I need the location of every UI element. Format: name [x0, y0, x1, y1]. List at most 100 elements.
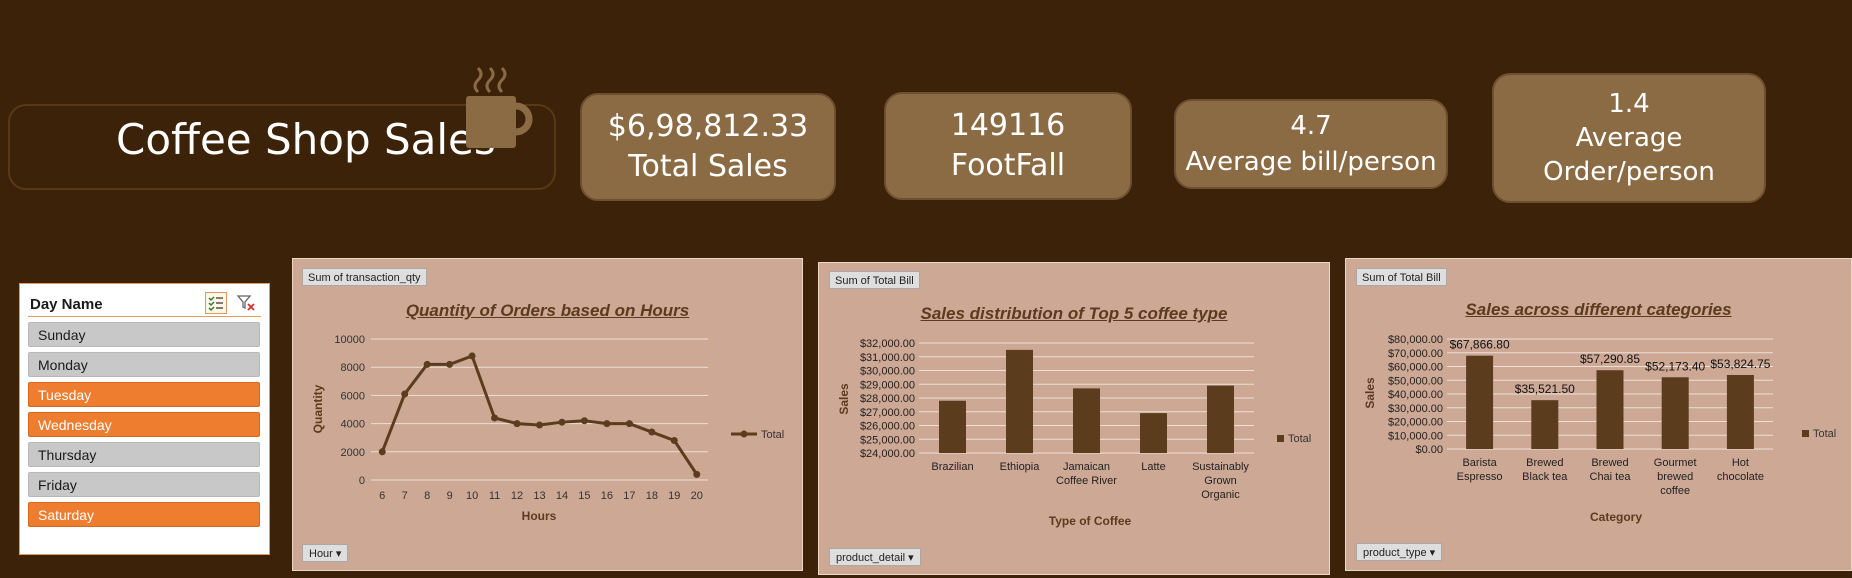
y-tick-label: 8000: [341, 362, 365, 374]
x-tick-label: Coffee River: [1056, 475, 1117, 487]
data-label: $52,173.40: [1645, 359, 1705, 373]
slicer-title: Day Name: [30, 296, 103, 313]
bar: [939, 400, 966, 453]
y-tick-label: $20,000.00: [1388, 417, 1443, 429]
x-tick-label: Sustainably: [1192, 461, 1249, 473]
bar: [1140, 413, 1167, 453]
x-tick-label: 11: [489, 490, 500, 502]
kpi-average-bill: 4.7 Average bill/person: [1174, 99, 1448, 189]
x-tick-label: 20: [691, 490, 703, 502]
x-tick-label: 12: [511, 490, 523, 502]
slicer-header: Day Name: [28, 290, 261, 317]
bar: [1466, 355, 1494, 449]
x-tick-label: Brazilian: [931, 461, 973, 473]
x-tick-label: 9: [447, 490, 453, 502]
y-tick-label: 2000: [341, 447, 365, 459]
x-tick-label: Gourmet: [1654, 457, 1697, 469]
slicer-item-monday[interactable]: Monday: [28, 352, 260, 377]
x-tick-label: 13: [533, 490, 545, 502]
x-tick-label: 19: [668, 490, 680, 502]
y-tick-label: $80,000.00: [1388, 334, 1443, 346]
slicer-item-sunday[interactable]: Sunday: [28, 322, 260, 347]
multi-select-icon[interactable]: [205, 292, 227, 314]
legend-marker: [1277, 435, 1284, 442]
slicer-item-tuesday[interactable]: Tuesday: [28, 382, 260, 407]
series-line-total: [380, 353, 699, 476]
data-point: [446, 360, 454, 368]
filter-icon: ▾: [908, 552, 914, 564]
x-tick-label: Black tea: [1522, 471, 1568, 483]
bar: [1207, 385, 1234, 453]
x-tick-label: 14: [556, 490, 568, 502]
data-point: [401, 390, 409, 398]
y-axis-title: Sales: [1363, 377, 1377, 409]
day-name-slicer: Day Name Sunday Monday Tuesday Wednesday Thu…: [19, 283, 270, 555]
y-tick-label: $27,000.00: [860, 407, 915, 419]
data-point: [580, 417, 588, 425]
bar: [1531, 400, 1559, 449]
data-point: [423, 360, 431, 368]
categories-chart-panel: Sum of Total Bill Sales across different…: [1345, 258, 1852, 571]
x-tick-label: 16: [601, 490, 613, 502]
legend-label: Total: [1813, 428, 1836, 440]
data-label: $53,824.75: [1710, 357, 1770, 371]
hour-filter-button[interactable]: Hour ▾: [302, 544, 349, 562]
y-tick-label: $29,000.00: [860, 379, 915, 391]
hourly-orders-chart-panel: Sum of transaction_qty Quantity of Order…: [292, 258, 803, 571]
bar: [1661, 377, 1689, 449]
filter-label: Hour: [309, 548, 333, 560]
bar: [1006, 349, 1033, 453]
top5-coffee-chart-panel: Sum of Total Bill Sales distribution of …: [818, 262, 1330, 575]
legend-marker: [740, 430, 748, 438]
x-tick-label: 8: [424, 490, 430, 502]
filter-label: product_type: [1363, 547, 1427, 559]
top5-coffee-bar-chart: $32,000.00 $31,000.00 $30,000.00$29,000.00…: [837, 338, 1311, 528]
data-point: [536, 421, 543, 429]
slicer-item-thursday[interactable]: Thursday: [28, 442, 260, 467]
coffee-cup-icon: [466, 66, 533, 148]
x-tick-label: coffee: [1660, 485, 1690, 497]
kpi-label: Total Sales: [628, 149, 788, 184]
slicer-item-saturday[interactable]: Saturday: [28, 502, 260, 527]
data-label: $35,521.50: [1515, 382, 1575, 396]
x-tick-label: Brewed: [1526, 457, 1563, 469]
y-tick-label: $28,000.00: [860, 393, 915, 405]
y-tick-label: $31,000.00: [860, 352, 915, 364]
filter-icon: ▾: [1429, 547, 1436, 559]
data-point: [625, 420, 633, 428]
kpi-total-sales: $6,98,812.33 Total Sales: [580, 93, 836, 201]
y-tick-label: $10,000.00: [1388, 430, 1443, 442]
hourly-orders-line-chart: 10000 8000 6000 4000 2000 0 6 7 8 9 10 11 12 13 14 15 16…: [311, 334, 784, 523]
data-label: $57,290.85: [1580, 352, 1640, 366]
kpi-label: FootFall: [950, 148, 1066, 183]
y-tick-label: $30,000.00: [860, 366, 915, 378]
bar: [1726, 374, 1754, 449]
legend-label: Total: [1288, 433, 1311, 445]
x-tick-label: 17: [623, 490, 635, 502]
legend-label: Total: [761, 429, 784, 441]
legend-marker: [1802, 430, 1809, 437]
x-tick-label: chocolate: [1717, 471, 1764, 483]
x-axis-title: Type of Coffee: [1049, 514, 1132, 528]
y-tick-label: $24,000.00: [860, 448, 915, 460]
data-point: [648, 428, 656, 436]
x-tick-label: Ethiopia: [1000, 461, 1041, 473]
kpi-value: 4.7: [1290, 111, 1332, 141]
product-type-filter-button[interactable]: product_type ▾: [1356, 543, 1443, 561]
slicer-item-wednesday[interactable]: Wednesday: [28, 412, 260, 437]
kpi-value: $6,98,812.33: [607, 109, 809, 144]
x-tick-label: 10: [466, 490, 478, 502]
x-tick-label: Espresso: [1457, 471, 1503, 483]
kpi-label: Average Order/person: [1543, 123, 1715, 187]
data-point: [513, 420, 521, 428]
y-tick-label: 10000: [334, 334, 365, 346]
y-tick-label: $25,000.00: [860, 434, 915, 446]
product-detail-filter-button[interactable]: product_detail ▾: [829, 548, 921, 566]
clear-filter-icon[interactable]: [235, 292, 257, 314]
data-point: [491, 414, 499, 422]
x-tick-label: 18: [646, 490, 658, 502]
y-tick-label: $0.00: [1415, 444, 1443, 456]
x-tick-label: Barista: [1462, 457, 1497, 469]
slicer-item-friday[interactable]: Friday: [28, 472, 260, 497]
data-point: [558, 418, 566, 426]
